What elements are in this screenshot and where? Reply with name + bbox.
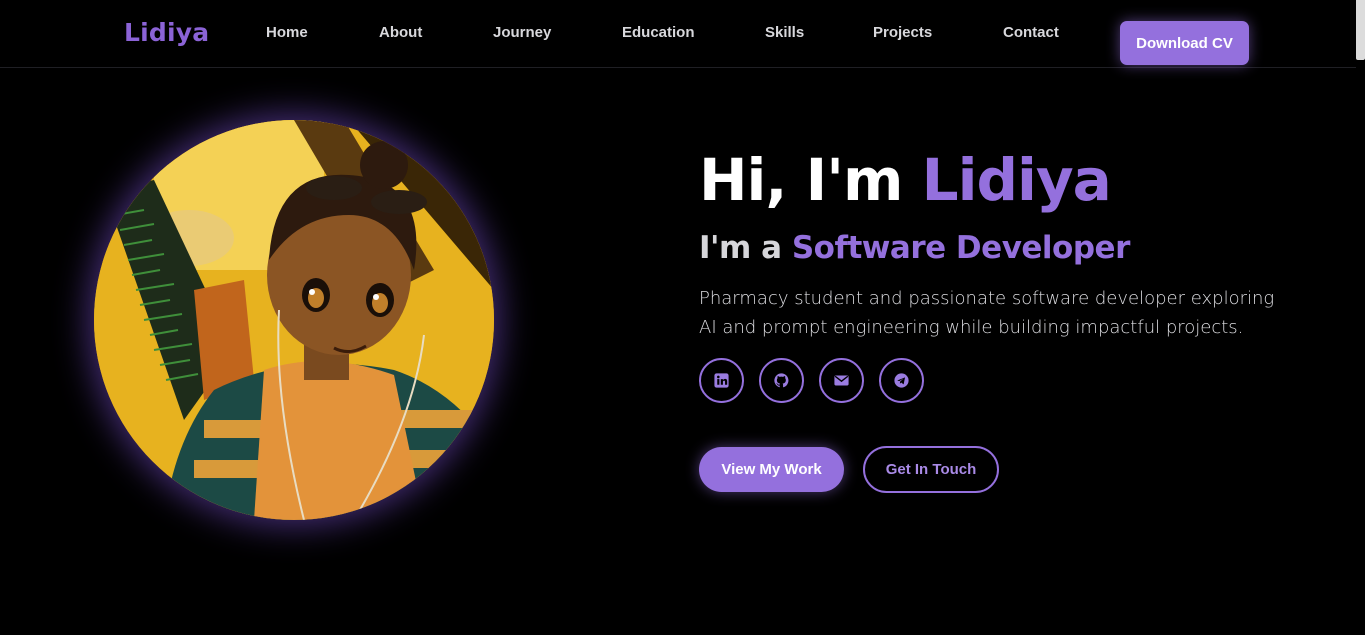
nav-link-home[interactable]: Home	[266, 24, 308, 41]
hero-role-prefix: I'm a	[699, 230, 792, 266]
email-link[interactable]	[819, 358, 864, 403]
get-in-touch-button[interactable]: Get In Touch	[863, 446, 999, 493]
email-icon	[834, 375, 849, 386]
profile-portrait	[94, 120, 494, 520]
view-my-work-button[interactable]: View My Work	[699, 447, 844, 492]
hero-role: I'm a Software Developer	[699, 230, 1130, 266]
telegram-link[interactable]	[879, 358, 924, 403]
nav-link-about[interactable]: About	[379, 24, 422, 41]
nav-link-education[interactable]: Education	[622, 24, 695, 41]
nav-link-journey[interactable]: Journey	[493, 24, 551, 41]
hero-role-title: Software Developer	[791, 230, 1131, 266]
hero-greeting: Hi, I'm	[699, 146, 922, 214]
nav-link-skills[interactable]: Skills	[765, 24, 804, 41]
github-link[interactable]	[759, 358, 804, 403]
hero-name: Lidiya	[921, 146, 1112, 214]
linkedin-icon	[714, 373, 729, 388]
social-links	[699, 358, 924, 403]
download-cv-button[interactable]: Download CV	[1120, 21, 1249, 65]
brand-logo[interactable]: Lidiya	[124, 18, 209, 47]
telegram-icon	[894, 373, 909, 388]
github-icon	[774, 373, 789, 388]
nav-link-projects[interactable]: Projects	[873, 24, 932, 41]
navbar: Lidiya Home About Journey Education Skil…	[0, 0, 1356, 68]
linkedin-link[interactable]	[699, 358, 744, 403]
scrollbar-thumb[interactable]	[1356, 0, 1365, 60]
nav-link-contact[interactable]: Contact	[1003, 24, 1059, 41]
hero-description: Pharmacy student and passionate software…	[699, 288, 1275, 338]
hero-title: Hi, I'm Lidiya	[699, 146, 1112, 214]
